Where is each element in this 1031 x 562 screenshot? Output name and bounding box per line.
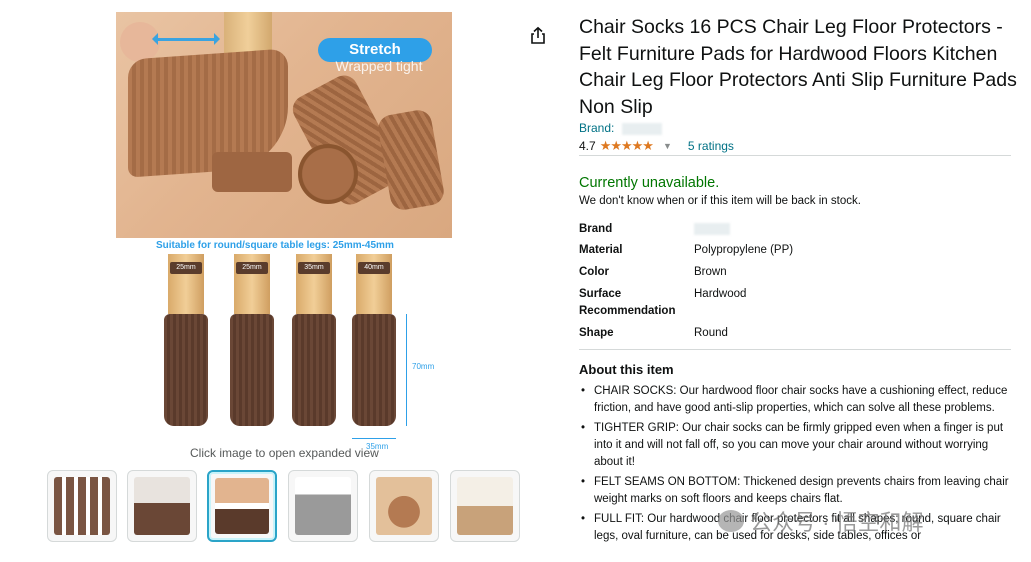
thumbnail-6[interactable] — [450, 470, 520, 542]
leg-sample: 40mm — [352, 254, 396, 426]
spec-key: Surface Recommendation — [579, 288, 676, 317]
wechat-icon — [718, 510, 744, 532]
brand-name-redacted — [621, 122, 662, 135]
spec-key: Color — [579, 266, 610, 278]
thumbnail-1[interactable] — [47, 470, 117, 542]
spec-value: Round — [694, 327, 728, 339]
sock-graphic-small-2 — [376, 108, 446, 212]
about-bullet: TIGHTER GRIP: Our chair socks can be fir… — [579, 420, 1011, 471]
width-dimension-line — [352, 438, 396, 439]
watermark-text: 公众号 · 悟空和解 — [750, 510, 924, 535]
watermark: 公众号 · 悟空和解 — [718, 505, 924, 537]
thumbnail-2[interactable] — [127, 470, 197, 542]
spec-key: Shape — [579, 327, 614, 339]
main-product-image[interactable]: Stretch Wrapped tight Suitable for round… — [116, 12, 452, 451]
product-photo-sizes: 25mm 25mm 35mm 40mm 70mm 35mm — [116, 254, 452, 451]
divider — [579, 349, 1011, 350]
thumbnail-4[interactable] — [288, 470, 358, 542]
spec-value-redacted — [694, 221, 994, 238]
leg-sample: 35mm — [292, 254, 336, 426]
expand-image-caption: Click image to open expanded view — [190, 446, 379, 460]
sock-felt-bottom — [298, 144, 358, 204]
leg-size-tag: 40mm — [358, 262, 390, 274]
ratings-count-link[interactable]: 5 ratings — [688, 139, 734, 153]
brand-prefix: Brand: — [579, 121, 618, 135]
product-photo-stretch: Stretch Wrapped tight — [116, 12, 452, 238]
leg-size-tag: 25mm — [236, 262, 268, 274]
about-section-title: About this item — [579, 362, 674, 377]
spec-value: Polypropylene (PP) — [694, 244, 794, 256]
product-title: Chair Socks 16 PCS Chair Leg Floor Prote… — [579, 16, 1017, 118]
stretch-arrow-icon — [152, 33, 220, 45]
about-bullet: FELT SEAMS ON BOTTOM: Thickened design p… — [579, 474, 1011, 508]
rating-row: 4.7 ★★★★★ ▼ 5 ratings — [579, 138, 734, 154]
availability-note: We don't know when or if this item will … — [579, 195, 861, 207]
spec-key: Material — [579, 244, 623, 256]
leg-sample: 25mm — [230, 254, 274, 426]
availability-status: Currently unavailable. — [579, 175, 720, 191]
about-bullet: CHAIR SOCKS: Our hardwood floor chair so… — [579, 383, 1011, 417]
stretch-sublabel: Wrapped tight — [335, 58, 423, 74]
thumbnail-3[interactable] — [207, 470, 277, 542]
spec-key: Brand — [579, 223, 613, 235]
height-dimension-line — [406, 314, 407, 426]
leg-sample: 25mm — [164, 254, 208, 426]
height-dimension-label: 70mm — [412, 362, 435, 371]
sock-foot-graphic — [212, 152, 292, 192]
star-rating-icon[interactable]: ★★★★★ — [600, 138, 654, 154]
brand-link[interactable]: Brand: — [579, 121, 662, 135]
image-size-caption: Suitable for round/square table legs: 25… — [156, 240, 394, 251]
chevron-down-icon[interactable]: ▼ — [663, 141, 672, 151]
rating-value: 4.7 — [579, 139, 596, 153]
leg-size-tag: 35mm — [298, 262, 330, 274]
share-icon[interactable] — [528, 26, 548, 46]
spec-value: Hardwood — [694, 288, 747, 300]
leg-size-tag: 25mm — [170, 262, 202, 274]
spec-value: Brown — [694, 266, 727, 278]
thumbnail-5[interactable] — [369, 470, 439, 542]
divider — [579, 155, 1011, 156]
